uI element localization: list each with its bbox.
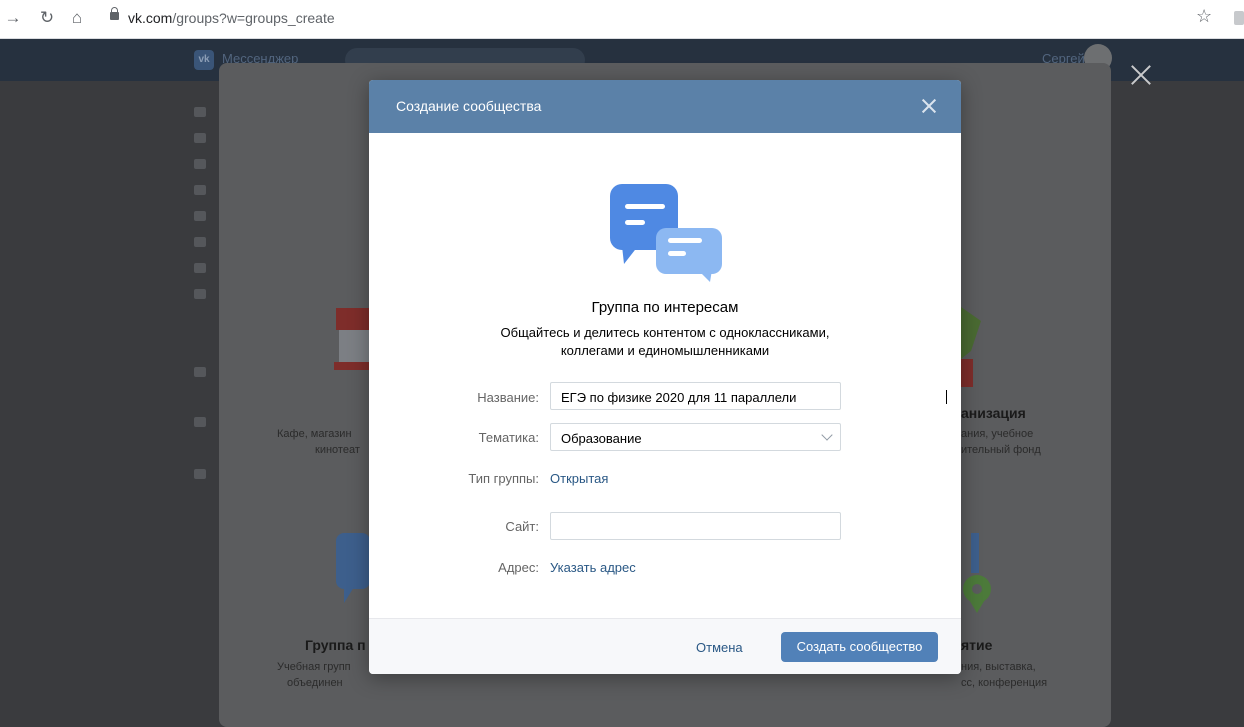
cancel-button[interactable]: Отмена [696,640,743,655]
card-desc: ительный фонд [961,444,1041,456]
text-caret [946,390,947,404]
organization-icon [961,307,981,387]
modal-header: Создание сообщества [369,80,961,133]
card-desc: объединен [287,677,343,689]
forward-icon[interactable]: → [2,7,24,29]
topic-label: Тематика: [478,430,539,445]
card-desc: Кафе, магазин [277,428,352,440]
card-desc: сс, конференция [961,677,1048,689]
card-desc: Учебная групп [277,661,351,673]
card-title: ятие [961,637,993,653]
side-menu-icon [194,469,206,479]
business-store-icon [334,308,374,370]
side-menu-icon [194,263,206,273]
create-community-modal: Создание сообщества Группа по интересам … [369,80,961,674]
card-desc: ания, учебное [961,428,1034,440]
name-input-value: ЕГЭ по физике 2020 для 11 параллели [561,390,797,405]
side-menu-icon [194,417,206,427]
close-icon[interactable] [922,99,936,113]
url-text: vk.com/groups?w=groups_create [128,10,335,26]
vk-logo-icon: vk [194,50,214,70]
reload-icon[interactable]: ↻ [36,7,58,29]
lock-icon [110,7,119,20]
site-label: Сайт: [505,519,539,534]
interest-group-icon [336,533,370,603]
extension-icon[interactable] [1234,11,1244,25]
topic-select[interactable]: Образование [550,423,841,451]
bookmark-star-icon[interactable]: ☆ [1196,6,1212,27]
card-title: Группа п [305,637,366,653]
name-input[interactable]: ЕГЭ по физике 2020 для 11 параллели [550,382,947,410]
card-title: анизация [961,405,1026,421]
side-menu-icon [194,289,206,299]
address-label: Адрес: [498,560,539,575]
group-desc-line: Общайтесь и делитесь контентом с однокла… [500,325,830,340]
side-menu-icon [194,367,206,377]
site-input[interactable] [550,512,841,540]
chevron-down-icon [821,429,833,441]
topic-select-value: Образование [561,431,642,446]
modal-footer: Отмена Создать сообщество [369,618,961,674]
modal-title: Создание сообщества [396,98,542,114]
side-menu-icon [194,237,206,247]
side-menu-icon [194,159,206,169]
side-menu-icon [194,107,206,117]
group-type-label: Тип группы: [468,471,539,486]
side-menu-icon [194,133,206,143]
event-location-icon [963,533,991,613]
card-desc: кинотеат [315,444,360,456]
group-type-link[interactable]: Открытая [550,471,608,486]
group-type-title: Группа по интересам [591,299,739,316]
set-address-link[interactable]: Указать адрес [550,560,636,575]
address-bar[interactable]: vk.com/groups?w=groups_create [100,5,1180,33]
home-icon[interactable]: ⌂ [66,7,88,29]
group-type-description: Общайтесь и делитесь контентом с однокла… [469,324,861,360]
name-label: Название: [477,390,539,405]
group-desc-line: коллегами и единомышленниками [560,343,770,358]
side-menu-icon [194,185,206,195]
chat-bubbles-icon [610,184,722,282]
browser-toolbar: → ↻ ⌂ vk.com/groups?w=groups_create ☆ [0,0,1244,39]
side-menu-icon [194,211,206,221]
create-community-button[interactable]: Создать сообщество [781,632,938,662]
card-desc: ния, выставка, [961,661,1036,673]
close-overlay-icon[interactable] [1130,64,1152,86]
